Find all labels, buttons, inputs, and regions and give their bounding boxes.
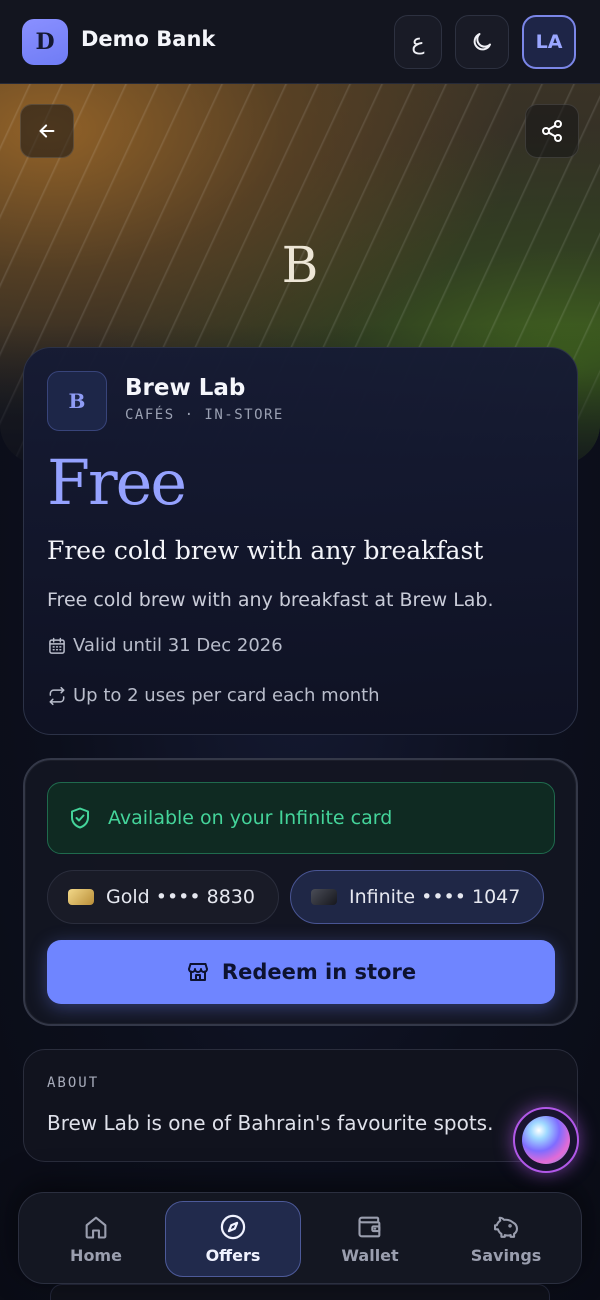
offer-title: Free cold brew with any breakfast [47,536,484,565]
redeem-label: Redeem in store [221,960,417,984]
nav-item-home[interactable]: Home [28,1201,164,1277]
profile-avatar-button[interactable]: LA [522,15,576,69]
offer-usage-text: Up to 2 uses per card each month [73,685,380,706]
compass-icon [220,1214,246,1240]
share-button[interactable] [525,104,579,158]
nav-item-savings[interactable]: Savings [438,1201,574,1277]
shield-check-icon [71,807,89,829]
piggy-bank-icon [494,1216,518,1238]
assistant-orb-button[interactable] [513,1107,579,1173]
calendar-icon [49,637,65,654]
nav-label-wallet: Wallet [341,1246,399,1265]
moon-icon [473,33,491,51]
nav-label-offers: Offers [205,1246,261,1265]
about-section: ABOUT Brew Lab is one of Bahrain's favou… [23,1049,578,1162]
offer-details-card: B Brew Lab CAFÉS · IN-STORE Free Free co… [23,347,578,735]
share-icon [542,120,562,142]
availability-text: Available on your Infinite card [108,807,393,829]
card-chip-label: Gold •••• 8830 [106,886,255,908]
card-chip-gold[interactable]: Gold •••• 8830 [47,870,279,924]
back-button[interactable] [20,104,74,158]
wallet-icon [358,1216,381,1238]
language-toggle-button[interactable]: ع [394,15,442,69]
theme-toggle-button[interactable] [455,15,509,69]
nav-label-home: Home [70,1246,122,1265]
offer-validity-text: Valid until 31 Dec 2026 [73,635,283,656]
merchant-category: CAFÉS · IN-STORE [125,407,284,423]
bank-logo: D [22,19,68,65]
nav-label-savings: Savings [470,1246,542,1265]
redeem-panel: Available on your Infinite card Gold •••… [23,758,578,1026]
bank-name: Demo Bank [81,27,216,51]
nav-item-offers[interactable]: Offers [165,1201,301,1277]
redeem-in-store-button[interactable]: Redeem in store [47,940,555,1004]
repeat-icon [49,686,65,705]
about-text: Brew Lab is one of Bahrain's favourite s… [47,1111,494,1135]
about-heading: ABOUT [47,1075,100,1091]
hero-initial: B [281,236,319,294]
storefront-icon [187,963,208,981]
offer-description: Free cold brew with any breakfast at Bre… [47,589,494,611]
card-chip-infinite[interactable]: Infinite •••• 1047 [290,870,544,924]
assistant-orb-icon [522,1116,570,1164]
home-icon [85,1216,107,1239]
content-peek [50,1284,550,1300]
arrow-left-icon [39,124,55,138]
offer-headline: Free [47,446,187,519]
offer-usage-limit: Up to 2 uses per card each month [47,685,380,706]
bottom-navigation: Home Offers Wallet Savings [18,1192,582,1284]
gold-card-icon [68,889,94,905]
availability-banner: Available on your Infinite card [47,782,555,854]
merchant-name: Brew Lab [125,375,246,401]
offer-validity: Valid until 31 Dec 2026 [47,635,283,656]
card-chip-label: Infinite •••• 1047 [349,886,521,908]
app-root: D Demo Bank ع LA B B Brew Lab CAFÉS · IN… [0,0,600,1300]
infinite-card-icon [311,889,337,905]
top-bar: D Demo Bank ع LA [0,0,600,84]
merchant-logo: B [47,371,107,431]
nav-item-wallet[interactable]: Wallet [302,1201,438,1277]
